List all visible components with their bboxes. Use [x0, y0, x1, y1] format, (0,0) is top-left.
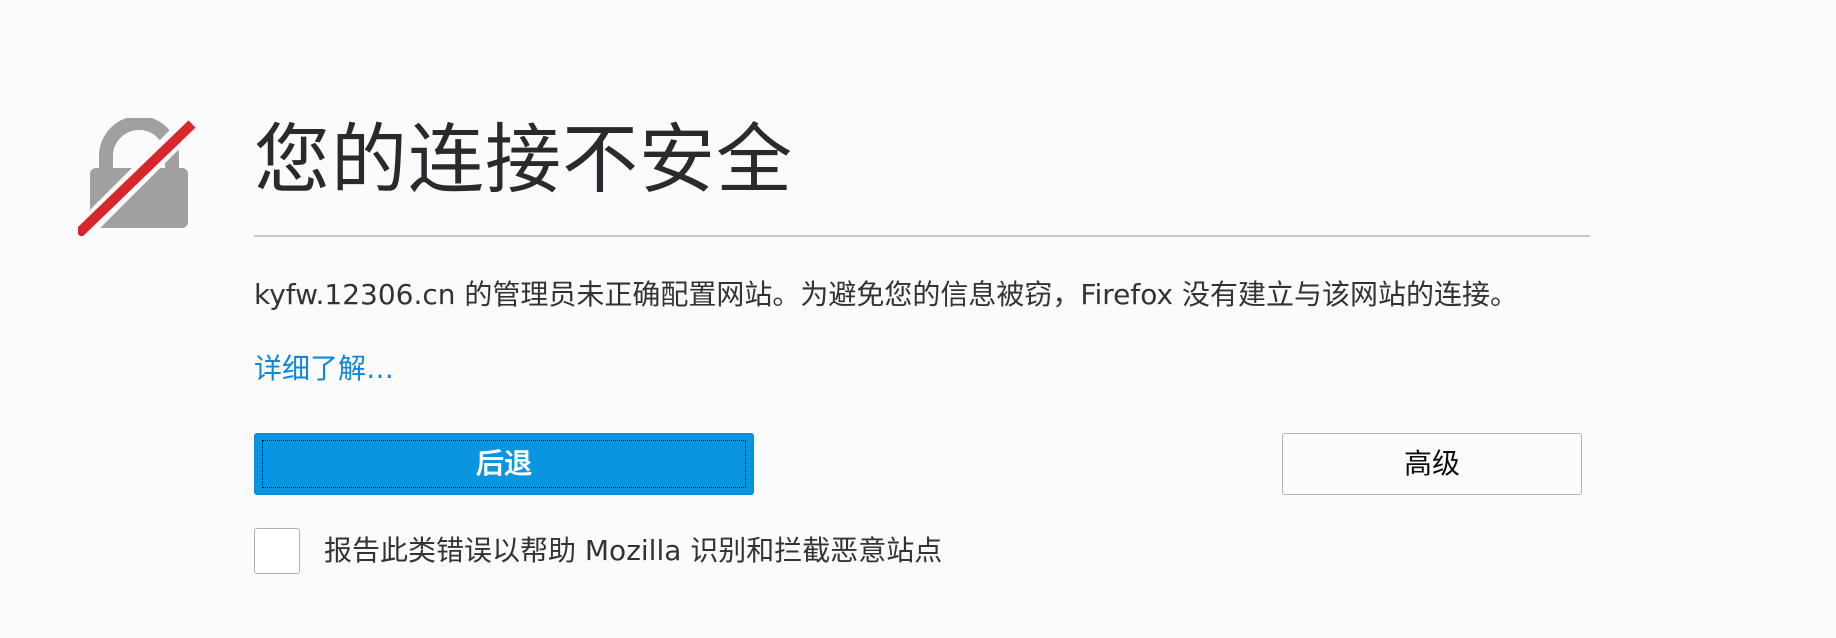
- page-title: 您的连接不安全: [254, 115, 793, 204]
- report-label[interactable]: 报告此类错误以帮助 Mozilla 识别和拦截恶意站点: [324, 531, 942, 571]
- report-option: 报告此类错误以帮助 Mozilla 识别和拦截恶意站点: [254, 527, 942, 575]
- report-checkbox[interactable]: [254, 528, 300, 574]
- back-button[interactable]: 后退: [254, 433, 754, 495]
- learn-more-link[interactable]: 详细了解…: [254, 349, 394, 389]
- title-divider: [254, 235, 1590, 237]
- back-button-label: 后退: [475, 447, 532, 480]
- broken-lock-icon: [78, 118, 200, 236]
- advanced-button[interactable]: 高级: [1282, 433, 1582, 495]
- error-description: kyfw.12306.cn 的管理员未正确配置网站。为避免您的信息被窃，Fire…: [254, 278, 1518, 311]
